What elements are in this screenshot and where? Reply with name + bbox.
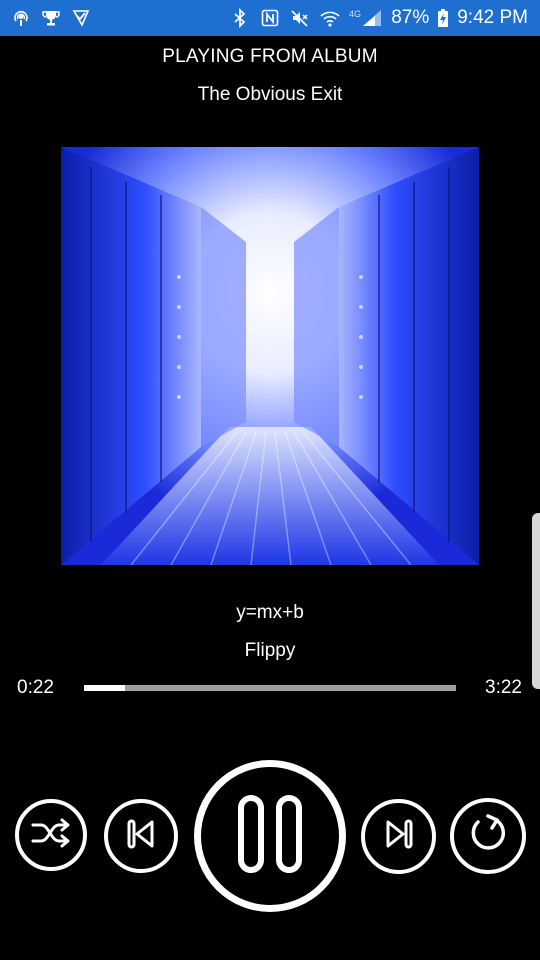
check-app-icon <box>70 7 92 29</box>
elapsed-time: 0:22 <box>17 677 54 698</box>
track-artist[interactable]: Flippy <box>0 640 540 662</box>
skip-next-icon <box>382 816 416 857</box>
album-name[interactable]: The Obvious Exit <box>0 84 540 106</box>
nfc-icon <box>259 7 281 29</box>
repeat-icon <box>466 812 510 861</box>
network-type-label: 4G <box>349 9 361 19</box>
status-bar: 4G 87% 9:42 PM <box>0 0 540 36</box>
lte-signal-icon: 4G <box>349 7 383 29</box>
pause-icon <box>235 792 305 881</box>
repeat-button[interactable] <box>450 798 526 874</box>
mute-icon <box>289 7 311 29</box>
status-left-icons <box>10 7 92 29</box>
next-track-button[interactable] <box>361 799 436 874</box>
playing-from-label: PLAYING FROM ALBUM <box>162 46 378 67</box>
track-title: y=mx+b <box>236 602 304 623</box>
play-pause-button[interactable] <box>194 760 346 912</box>
skip-previous-icon <box>124 816 158 857</box>
podcast-icon <box>10 7 32 29</box>
total-duration: 3:22 <box>485 677 522 698</box>
battery-percent: 87% <box>391 7 430 28</box>
status-time: 9:42 PM <box>457 7 528 28</box>
shuffle-button[interactable] <box>15 799 87 871</box>
status-right-icons: 4G 87% 9:42 PM <box>229 7 528 29</box>
previous-track-button[interactable] <box>104 799 178 873</box>
album-cover-image <box>61 147 479 565</box>
trophy-icon <box>40 7 62 29</box>
seek-bar-progress <box>84 685 125 691</box>
shuffle-icon <box>29 815 73 856</box>
battery-charging-icon <box>437 7 449 29</box>
edge-panel-handle[interactable] <box>532 513 540 689</box>
wifi-icon <box>319 7 341 29</box>
bluetooth-icon <box>229 7 251 29</box>
seek-bar[interactable] <box>84 685 456 691</box>
music-player-screen: 4G 87% 9:42 PM PLAYING FROM ALBUM The Ob… <box>0 0 540 960</box>
